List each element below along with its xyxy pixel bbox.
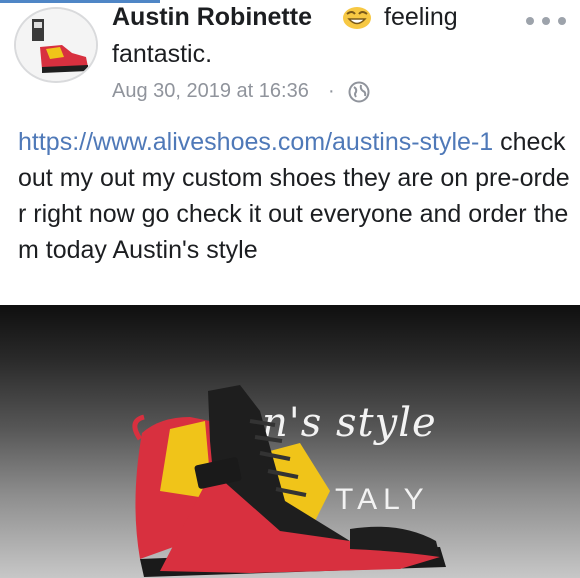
- more-dot: [526, 17, 534, 25]
- shoe-illustration: [132, 385, 446, 577]
- avatar-shoe-image: [16, 9, 96, 81]
- more-dot: [558, 17, 566, 25]
- post-link[interactable]: https://www.aliveshoes.com/austins-style…: [18, 128, 493, 156]
- post-timestamp[interactable]: Aug 30, 2019 at 16:36: [112, 80, 309, 103]
- feeling-label: feeling: [384, 3, 458, 31]
- grinning-emoji-icon: [343, 7, 371, 29]
- post-body: https://www.aliveshoes.com/austins-style…: [18, 124, 570, 268]
- meta-separator: ·: [328, 80, 335, 102]
- post-image[interactable]: n's style TALY: [0, 305, 580, 578]
- more-dot: [542, 17, 550, 25]
- author-name[interactable]: Austin Robinette: [112, 3, 312, 32]
- more-options-icon[interactable]: [526, 14, 566, 28]
- avatar[interactable]: [14, 7, 98, 83]
- feeling-value: fantastic.: [112, 40, 213, 68]
- globe-icon: [348, 81, 370, 103]
